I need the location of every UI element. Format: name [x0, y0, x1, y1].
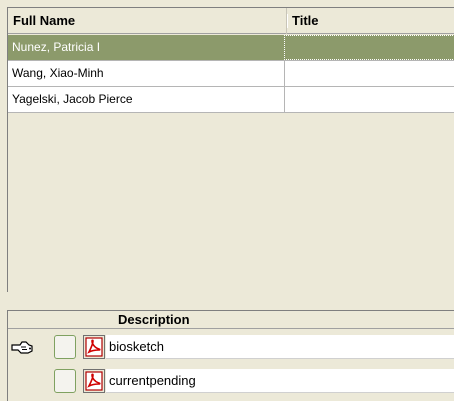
people-grid: Full Name Title Nunez, Patricia I Wang, … [7, 7, 454, 292]
full-name-cell[interactable]: Nunez, Patricia I [8, 35, 284, 60]
column-header-description[interactable]: Description [118, 311, 190, 329]
grid-header: Full Name Title [8, 8, 454, 34]
full-name-cell[interactable]: Yagelski, Jacob Pierce [8, 87, 284, 112]
documents-panel: Description biosketch currentpending [7, 310, 454, 401]
column-header-full-name[interactable]: Full Name [8, 8, 286, 34]
title-cell[interactable] [284, 87, 454, 112]
table-row[interactable]: Yagelski, Jacob Pierce [8, 87, 454, 113]
column-header-title[interactable]: Title [286, 8, 454, 34]
docs-header: Description [8, 311, 454, 329]
select-checkbox[interactable] [54, 369, 76, 393]
document-description[interactable]: currentpending [106, 369, 454, 393]
document-row[interactable]: biosketch [8, 332, 454, 362]
hand-pointer-icon [11, 341, 33, 354]
document-row[interactable]: currentpending [8, 366, 454, 396]
select-checkbox[interactable] [54, 335, 76, 359]
title-cell[interactable] [284, 35, 454, 60]
document-description[interactable]: biosketch [106, 335, 454, 359]
title-cell[interactable] [284, 61, 454, 86]
table-row[interactable]: Nunez, Patricia I [8, 35, 454, 61]
pdf-icon[interactable] [83, 369, 105, 393]
pdf-icon[interactable] [83, 335, 105, 359]
full-name-cell[interactable]: Wang, Xiao-Minh [8, 61, 284, 86]
table-row[interactable]: Wang, Xiao-Minh [8, 61, 454, 87]
